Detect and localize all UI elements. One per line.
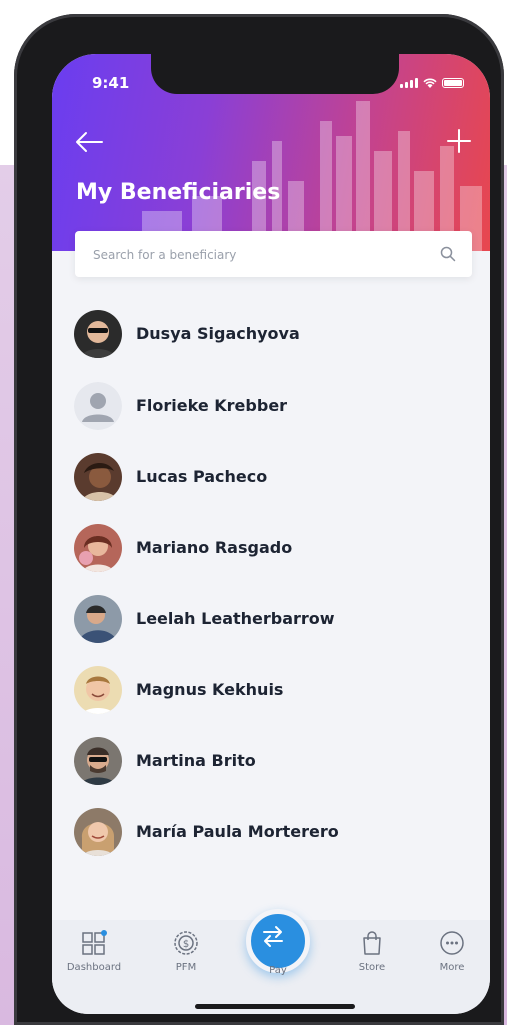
search-bar[interactable] [75, 231, 472, 279]
avatar [74, 524, 122, 572]
search-icon[interactable] [440, 246, 456, 262]
list-item[interactable]: Dusya Sigachyova [74, 310, 454, 362]
status-indicators [400, 78, 464, 88]
battery-icon [442, 78, 464, 88]
pay-button[interactable] [246, 909, 310, 973]
dashboard-icon [82, 930, 107, 955]
add-beneficiary-icon[interactable] [446, 128, 472, 154]
beneficiary-name: Martina Brito [136, 751, 256, 770]
tab-dashboard[interactable]: Dashboard [54, 930, 134, 973]
transfer-icon [263, 926, 283, 947]
list-item[interactable]: Lucas Pacheco [74, 453, 454, 505]
avatar [74, 666, 122, 714]
beneficiary-name: Leelah Leatherbarrow [136, 609, 335, 628]
tab-label: Dashboard [66, 962, 122, 973]
avatar [74, 737, 122, 785]
list-item[interactable]: María Paula Morterero [74, 808, 454, 860]
phone-frame: 9:41 My Beneficiaries Search for a benef… [14, 14, 504, 1025]
beneficiary-name: Dusya Sigachyova [136, 324, 300, 343]
tab-label-pay: Pay [269, 965, 287, 976]
tab-label: More [439, 962, 465, 973]
list-item[interactable]: Mariano Rasgado [74, 524, 454, 576]
status-time: 9:41 [92, 74, 130, 92]
tab-label: PFM [175, 962, 197, 973]
pfm-icon: $ [174, 931, 198, 955]
tab-more[interactable]: More [412, 930, 490, 973]
avatar [74, 382, 122, 430]
wifi-icon [423, 78, 437, 88]
avatar [74, 595, 122, 643]
search-input[interactable] [91, 231, 425, 279]
svg-text:$: $ [183, 939, 189, 950]
more-icon [440, 931, 464, 955]
avatar [74, 453, 122, 501]
avatar [74, 310, 122, 358]
device-notch [151, 54, 399, 94]
shopping-bag-icon [363, 931, 381, 955]
beneficiary-name: María Paula Morterero [136, 822, 339, 841]
list-item[interactable]: Leelah Leatherbarrow [74, 595, 454, 647]
tab-label: Store [358, 962, 386, 973]
list-item[interactable]: Florieke Krebber [74, 382, 454, 434]
back-arrow-icon[interactable] [74, 130, 104, 154]
list-item[interactable]: Martina Brito [74, 737, 454, 789]
tab-store[interactable]: Store [332, 930, 412, 973]
app-screen: 9:41 My Beneficiaries Search for a benef… [52, 54, 490, 1014]
list-item[interactable]: Magnus Kekhuis [74, 666, 454, 718]
city-skyline-illustration [142, 101, 482, 251]
beneficiary-name: Florieke Krebber [136, 396, 288, 415]
tab-pfm[interactable]: $ PFM [146, 930, 226, 973]
notification-dot [101, 930, 107, 936]
home-indicator [195, 1004, 355, 1009]
beneficiary-name: Magnus Kekhuis [136, 680, 284, 699]
signal-icon [400, 78, 418, 88]
beneficiary-name: Lucas Pacheco [136, 467, 268, 486]
page-title: My Beneficiaries [76, 180, 281, 205]
beneficiary-name: Mariano Rasgado [136, 538, 293, 557]
avatar [74, 808, 122, 856]
